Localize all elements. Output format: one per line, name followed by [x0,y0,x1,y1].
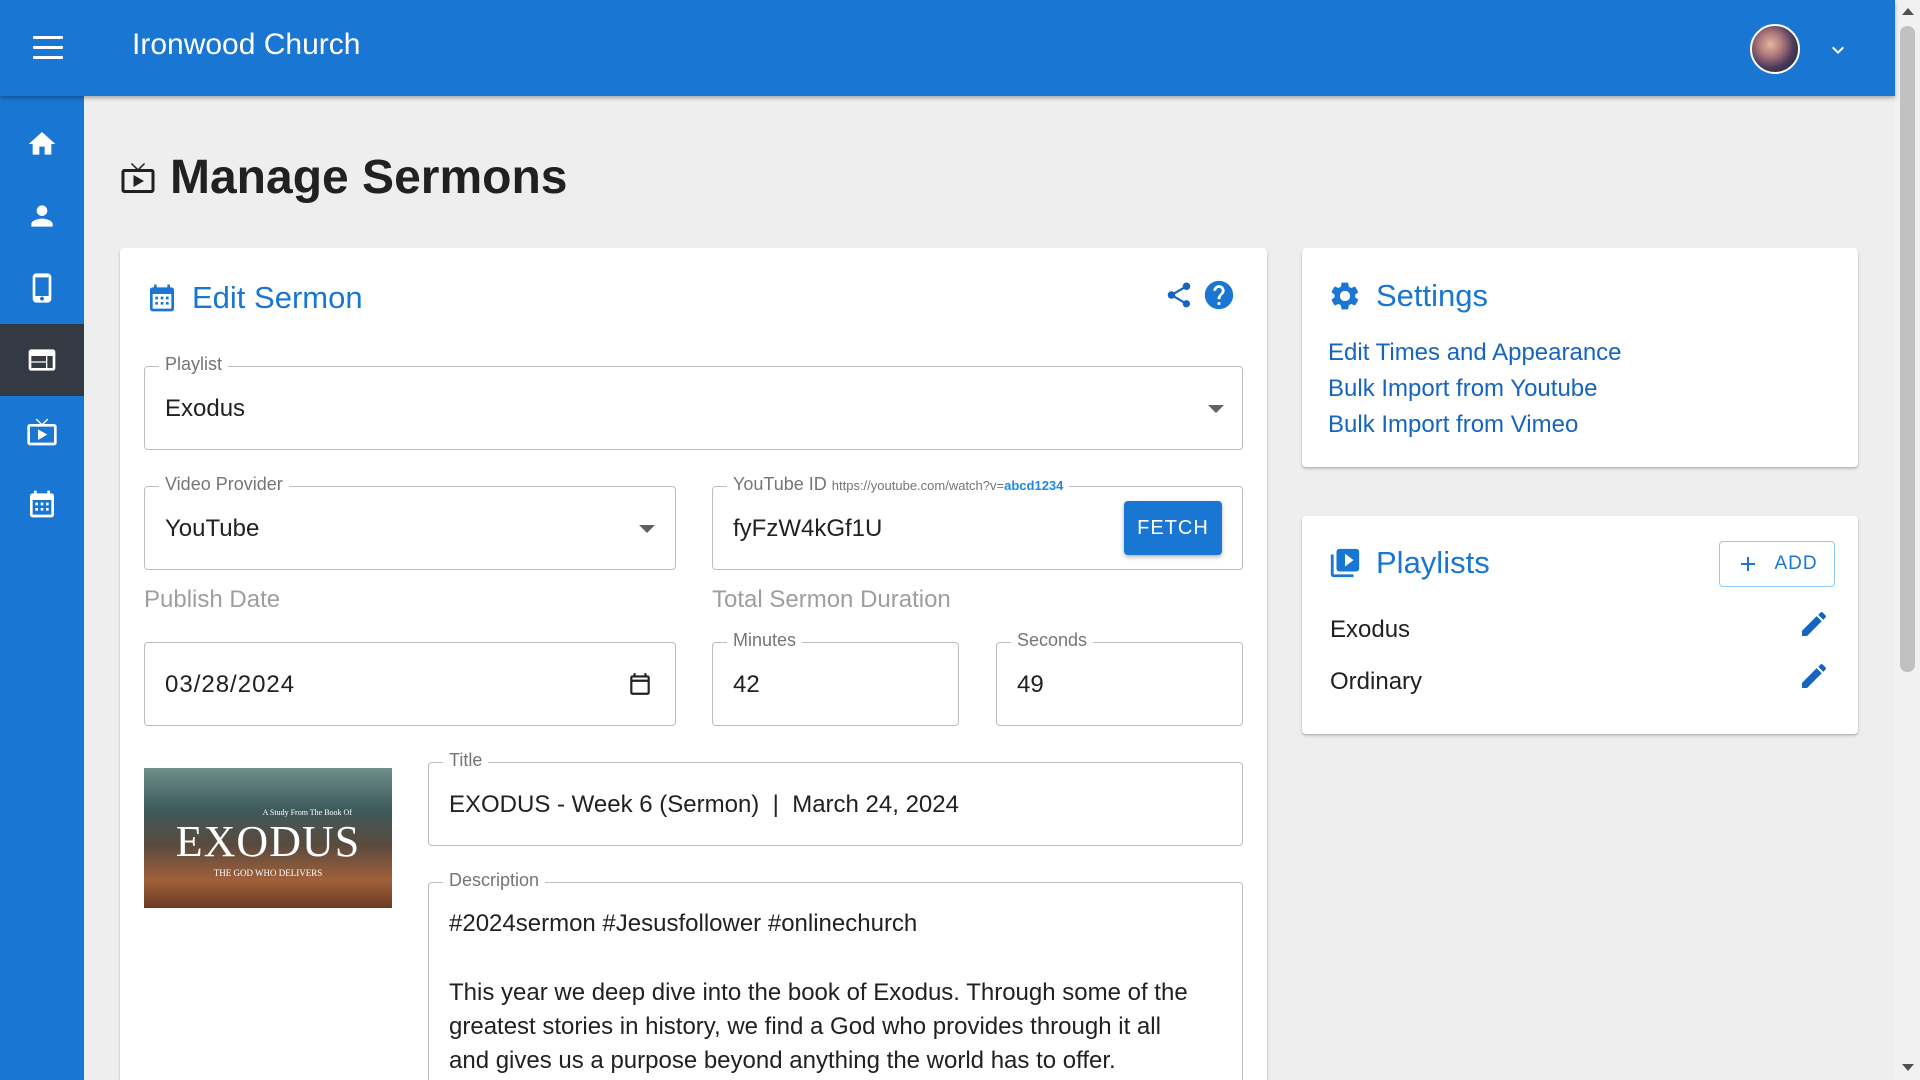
page-title: Manage Sermons [170,151,568,204]
seconds-input[interactable]: Seconds 49 [996,630,1243,726]
edit-sermon-title: Edit Sermon [192,280,363,315]
sidebar-item-home[interactable] [0,108,84,180]
share-icon[interactable] [1164,280,1194,310]
plus-icon [1741,557,1756,571]
publish-date-value: 03/28/2024 [165,671,296,698]
home-icon [28,132,56,155]
youtube-id-hint-highlight: abcd1234 [1004,478,1064,493]
edit-sermon-header: Edit Sermon [146,280,363,316]
edit-pencil-icon[interactable] [1798,608,1830,640]
duration-label: Total Sermon Duration [712,586,951,613]
app-title: Ironwood Church [132,28,361,61]
thumbnail-main-text: EXODUS [175,817,361,866]
video-library-icon [1330,548,1360,578]
video-provider-label: Video Provider [159,474,289,495]
youtube-id-label-text: YouTube ID [733,474,827,494]
playlist-select[interactable]: Playlist Exodus [144,354,1243,450]
sermon-thumbnail[interactable]: A Study From The Book Of EXODUS THE GOD … [144,768,392,908]
edit-times-link[interactable]: Edit Times and Appearance [1328,339,1622,367]
dropdown-arrow-icon [639,525,655,533]
scroll-down-arrow[interactable] [1902,1064,1914,1071]
calendar-icon [150,284,174,312]
video-provider-select[interactable]: Video Provider YouTube [144,474,676,570]
seconds-value: 49 [1017,671,1044,698]
thumbnail-sub-text: THE GOD WHO DELIVERS [213,868,323,878]
gear-icon [1331,282,1359,310]
playlist-item-name: Ordinary [1330,668,1423,695]
sidebar-item-calendar[interactable] [0,468,84,540]
description-line-3: greatest stories in history, we find a G… [449,1013,1161,1040]
description-line-4: and gives us a purpose beyond anything t… [449,1047,1116,1074]
user-avatar[interactable] [1750,24,1800,74]
seconds-label: Seconds [1011,630,1094,651]
sidebar-item-people[interactable] [0,180,84,252]
bulk-import-vimeo-link[interactable]: Bulk Import from Vimeo [1328,411,1578,439]
calendar-picker-icon[interactable] [627,671,653,697]
live-tv-icon [27,418,57,446]
dropdown-arrow-icon [1208,405,1224,413]
sidebar-item-sermons[interactable] [0,396,84,468]
playlist-label: Playlist [159,354,229,375]
description-line-1: #2024sermon #Jesusfollower #onlinechurch [449,910,918,937]
calendar-icon [30,490,54,518]
menu-icon[interactable] [30,36,66,60]
edit-pencil-icon[interactable] [1798,660,1830,692]
playlist-value: Exodus [165,395,246,422]
video-provider-value: YouTube [165,515,260,542]
youtube-id-hint-prefix: https://youtube.com/watch?v= [831,478,1005,493]
minutes-label: Minutes [727,630,803,651]
minutes-input[interactable]: Minutes 42 [712,630,959,726]
title-value: EXODUS - Week 6 (Sermon) | March 24, 202… [449,791,959,818]
bulk-import-youtube-link[interactable]: Bulk Import from Youtube [1328,375,1597,403]
youtube-id-label: YouTube ID https://youtube.com/watch?v=a… [727,474,1070,495]
youtube-id-value: fyFzW4kGf1U [733,515,883,542]
page-header: Manage Sermons [120,150,567,205]
page-scrollbar[interactable] [1895,0,1920,1080]
description-line-2: This year we deep dive into the book of … [449,979,1188,1006]
sidebar-item-mobile[interactable] [0,252,84,324]
chevron-down-icon[interactable] [1826,38,1850,62]
description-label: Description [443,870,546,891]
sidebar [0,96,84,1080]
scroll-thumb[interactable] [1900,26,1915,672]
live-tv-icon [121,162,155,193]
publish-date-label: Publish Date [144,586,281,613]
publish-date-input[interactable]: 03/28/2024 [144,642,676,726]
web-icon [28,349,56,371]
title-input[interactable]: Title EXODUS - Week 6 (Sermon) | March 2… [428,750,1243,846]
playlist-item-name: Exodus [1330,616,1411,643]
playlists-title: Playlists [1376,545,1490,580]
person-icon [31,205,53,227]
mobile-icon [32,273,52,303]
fetch-button[interactable]: FETCH [1124,501,1222,555]
scroll-up-arrow[interactable] [1902,8,1914,15]
title-label: Title [443,750,489,771]
playlists-header: Playlists [1328,545,1490,581]
settings-title: Settings [1376,278,1489,313]
add-playlist-button[interactable]: ADD [1719,541,1835,587]
sidebar-item-website[interactable] [0,324,84,396]
settings-header: Settings [1328,278,1488,314]
minutes-value: 42 [733,671,760,698]
help-icon[interactable] [1202,278,1236,312]
app-bar: Ironwood Church [0,0,1895,96]
add-playlist-label: ADD [1774,553,1818,574]
